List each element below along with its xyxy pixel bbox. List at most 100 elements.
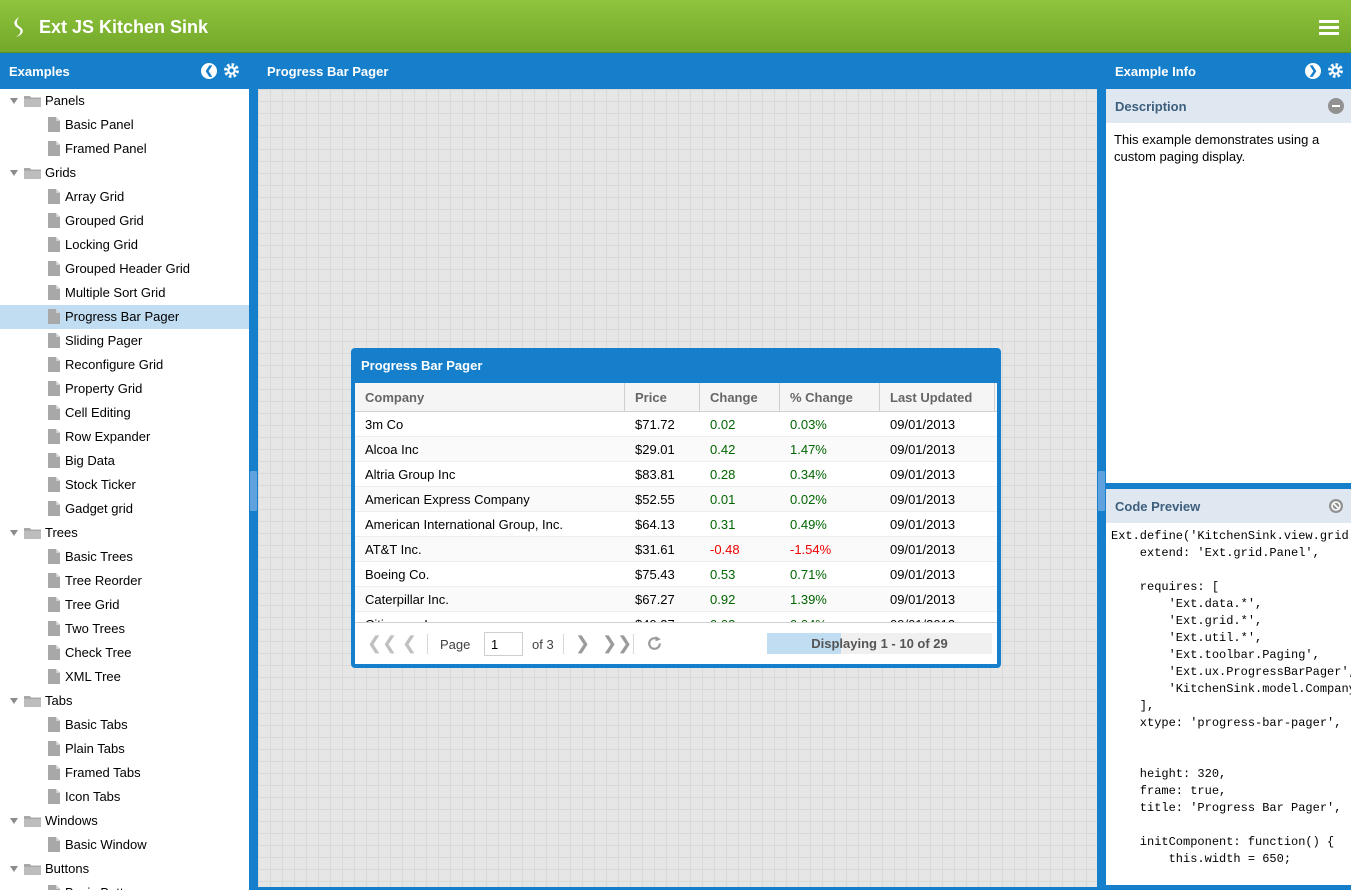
left-splitter[interactable] (249, 53, 258, 890)
tree-leaf-label: Progress Bar Pager (65, 309, 180, 324)
tree-leaf[interactable]: Sliding Pager (0, 329, 249, 353)
first-page-icon[interactable]: ❮❮ (367, 633, 397, 654)
displaying-text: Displaying 1 - 10 of 29 (811, 636, 948, 651)
last-page-icon[interactable]: ❯❯ (602, 633, 632, 654)
cell-pct-change: 1.47% (790, 442, 827, 457)
tree-leaf-label: Grouped Grid (65, 213, 144, 228)
tree-leaf[interactable]: Stock Ticker (0, 473, 249, 497)
table-row[interactable]: Altria Group Inc $83.81 0.28 0.34% 09/01/201… (355, 462, 997, 487)
expand-arrow-icon[interactable] (10, 866, 18, 872)
collapse-description-icon[interactable] (1328, 98, 1344, 114)
tree-folder[interactable]: Buttons (0, 857, 249, 881)
tree-leaf-label: Grouped Header Grid (65, 261, 191, 276)
table-row[interactable]: American International Group, Inc. $64.13… (355, 512, 997, 537)
tree-leaf[interactable]: Basic Trees (0, 545, 249, 569)
refresh-icon[interactable] (646, 635, 663, 652)
tree-leaf[interactable]: Basic Buttons (0, 881, 249, 890)
tree-leaf[interactable]: Two Trees (0, 617, 249, 641)
tree-leaf[interactable]: Basic Panel (0, 113, 249, 137)
expand-arrow-icon[interactable] (10, 818, 18, 824)
tree-leaf[interactable]: Gadget grid (0, 497, 249, 521)
tree-leaf[interactable]: XML Tree (0, 665, 249, 689)
tree-leaf[interactable]: Row Expander (0, 425, 249, 449)
table-row[interactable]: 3m Co $71.72 0.02 0.03% 09/01/2013 (355, 412, 997, 437)
tree-leaf[interactable]: Framed Panel (0, 137, 249, 161)
collapse-right-icon[interactable]: ❯ (1305, 63, 1321, 79)
tree-leaf[interactable]: Big Data (0, 449, 249, 473)
next-page-icon[interactable]: ❯ (575, 633, 590, 654)
tree-leaf[interactable]: Grouped Header Grid (0, 257, 249, 281)
gear-icon[interactable] (1327, 62, 1344, 79)
cell-last-updated: 09/01/2013 (890, 417, 956, 432)
folder-icon (24, 816, 41, 827)
document-icon (48, 717, 60, 732)
table-row[interactable]: Caterpillar Inc. $67.27 0.92 1.39% 09/01/201… (355, 587, 997, 612)
tree-leaf[interactable]: Multiple Sort Grid (0, 281, 249, 305)
table-row[interactable]: AT&T Inc. $31.61 -0.48 -1.54% 09/01/2013 (355, 537, 997, 562)
tree-leaf[interactable]: Array Grid (0, 185, 249, 209)
cell-price: $52.55 (635, 492, 675, 507)
tree-folder[interactable]: Grids (0, 161, 249, 185)
column-header-last-updated[interactable]: Last Updated (880, 383, 995, 411)
tree-folder[interactable]: Windows (0, 809, 249, 833)
tree-leaf[interactable]: Check Tree (0, 641, 249, 665)
cell-last-updated: 09/01/2013 (890, 442, 956, 457)
document-icon (48, 357, 60, 372)
column-header-price[interactable]: Price (625, 383, 700, 411)
tree-leaf[interactable]: Locking Grid (0, 233, 249, 257)
tree-leaf[interactable]: Grouped Grid (0, 209, 249, 233)
tree-leaf[interactable]: Plain Tabs (0, 737, 249, 761)
grid-body: Company Price Change % Change Last Updat… (355, 383, 997, 664)
right-splitter[interactable] (1097, 53, 1106, 890)
tree-folder-label: Buttons (45, 861, 90, 876)
paging-toolbar: ❮❮ ❮ Page of 3 ❯ ❯❯ Displaying 1 - 10 of… (355, 624, 997, 664)
tree-leaf-label: Framed Tabs (65, 765, 141, 780)
tree-leaf[interactable]: Framed Tabs (0, 761, 249, 785)
prev-page-icon[interactable]: ❮ (402, 633, 417, 654)
center-panel-title: Progress Bar Pager (267, 64, 389, 79)
document-icon (48, 885, 60, 890)
hamburger-menu-icon[interactable] (1319, 20, 1339, 35)
expand-arrow-icon[interactable] (10, 98, 18, 104)
column-header-company[interactable]: Company (355, 383, 625, 411)
table-row[interactable]: Alcoa Inc $29.01 0.42 1.47% 09/01/2013 (355, 437, 997, 462)
expand-arrow-icon[interactable] (10, 698, 18, 704)
description-text: This example demonstrates using a custom… (1106, 123, 1351, 483)
cell-change: 0.92 (710, 592, 736, 607)
column-header-change[interactable]: Change (700, 383, 780, 411)
tree-leaf[interactable]: Basic Window (0, 833, 249, 857)
collapse-left-icon[interactable]: ❮ (201, 63, 217, 79)
tree-folder[interactable]: Tabs (0, 689, 249, 713)
cell-price: $67.27 (635, 592, 675, 607)
pager-separator (633, 634, 634, 654)
tree-leaf[interactable]: Cell Editing (0, 401, 249, 425)
tree-leaf[interactable]: Basic Tabs (0, 713, 249, 737)
progress-bar-pager-grid: Progress Bar Pager Company Price Change … (351, 348, 1001, 668)
tree-leaf[interactable]: Reconfigure Grid (0, 353, 249, 377)
code-preview-disabled-icon[interactable] (1328, 498, 1344, 514)
tree-leaf[interactable]: Tree Grid (0, 593, 249, 617)
code-line: ], (1111, 699, 1155, 713)
table-row[interactable]: Boeing Co. $75.43 0.53 0.71% 09/01/2013 (355, 562, 997, 587)
expand-arrow-icon[interactable] (10, 170, 18, 176)
tree-folder[interactable]: Trees (0, 521, 249, 545)
examples-panel-header: Examples ❮ (0, 53, 249, 89)
tree-leaf[interactable]: Property Grid (0, 377, 249, 401)
tree-leaf[interactable]: Icon Tabs (0, 785, 249, 809)
expand-arrow-icon[interactable] (10, 530, 18, 536)
tree-leaf-label: XML Tree (65, 669, 121, 684)
tree-folder-label: Grids (45, 165, 77, 180)
tree-folder[interactable]: Panels (0, 89, 249, 113)
table-row[interactable]: Citigroup, Inc.$49.370.020.04%09/01/2013 (355, 612, 997, 622)
tree-leaf[interactable]: Tree Reorder (0, 569, 249, 593)
page-number-input[interactable] (484, 632, 523, 656)
document-icon (48, 621, 60, 636)
tree-leaf[interactable]: Progress Bar Pager (0, 305, 249, 329)
document-icon (48, 645, 60, 660)
cell-change: 0.42 (710, 442, 736, 457)
code-line: this.width = 650; (1111, 852, 1292, 866)
gear-icon[interactable] (223, 62, 240, 79)
column-header-pct-change[interactable]: % Change (780, 383, 880, 411)
table-row[interactable]: American Express Company $52.55 0.01 0.02% 0… (355, 487, 997, 512)
